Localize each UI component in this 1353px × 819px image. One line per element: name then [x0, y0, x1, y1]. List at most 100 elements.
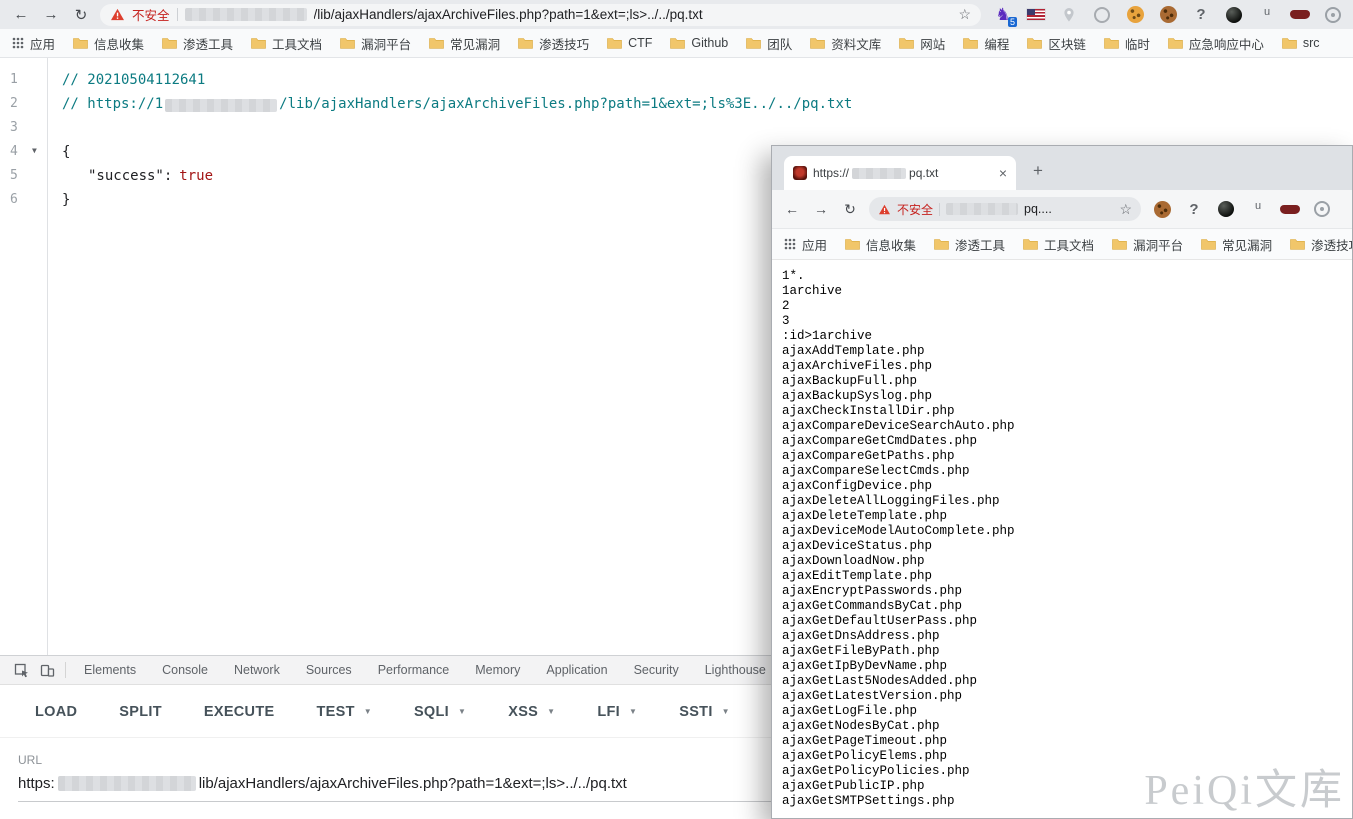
- question-extension-icon[interactable]: ?: [1191, 5, 1211, 25]
- bookmark-folder[interactable]: 工具文档: [1023, 235, 1094, 254]
- bookmark-folder[interactable]: CTF: [607, 36, 652, 50]
- popup-address-bar[interactable]: 不安全 pq.... ☆: [869, 197, 1141, 221]
- devtools-tab[interactable]: Console: [149, 656, 221, 684]
- devtools-tab[interactable]: Network: [221, 656, 293, 684]
- bookmark-folder[interactable]: 渗透技巧: [518, 34, 589, 53]
- bookmark-folder[interactable]: 编程: [963, 34, 1009, 53]
- bookmark-folder[interactable]: src: [1282, 36, 1320, 50]
- folder-icon: [340, 37, 355, 49]
- popup-active-tab[interactable]: https:// pq.txt ×: [784, 156, 1016, 190]
- collapse-toggle-icon[interactable]: ▼: [32, 147, 37, 155]
- bookmark-star-icon[interactable]: ☆: [1119, 201, 1132, 218]
- security-label[interactable]: 不安全: [132, 5, 170, 24]
- hackbar-dropdown-button[interactable]: LFI▼: [576, 694, 658, 730]
- security-warning-icon: [110, 8, 125, 21]
- bookmark-folder[interactable]: 工具文档: [251, 34, 322, 53]
- redacted-host: [852, 168, 906, 179]
- bookmark-apps[interactable]: 应用: [12, 34, 55, 53]
- bookmark-label: 工具文档: [272, 34, 322, 53]
- forward-icon[interactable]: →: [40, 6, 62, 23]
- devtools-tab[interactable]: Performance: [365, 656, 463, 684]
- hackbar-button[interactable]: LOAD: [14, 694, 98, 730]
- hackbar-dropdown-button[interactable]: XSS▼: [487, 694, 576, 730]
- folder-icon: [1168, 37, 1183, 49]
- inspect-element-icon[interactable]: [8, 663, 34, 678]
- tab-close-icon[interactable]: ×: [999, 166, 1007, 180]
- hackbar-button[interactable]: SPLIT: [98, 694, 183, 730]
- bookmark-label: 工具文档: [1044, 235, 1094, 254]
- new-tab-button[interactable]: +: [1024, 157, 1052, 185]
- devtools-tab[interactable]: Elements: [71, 656, 149, 684]
- extension-badge: 5: [1008, 17, 1017, 27]
- devtools-tab[interactable]: Sources: [293, 656, 365, 684]
- dark-globe-icon[interactable]: [1216, 199, 1236, 219]
- knight-extension-icon[interactable]: ♞5: [993, 5, 1013, 25]
- file-list-line: ajaxGetPageTimeout.php: [782, 734, 1352, 749]
- folder-icon: [162, 37, 177, 49]
- line-number: 1: [0, 68, 47, 92]
- dark-globe-icon[interactable]: [1224, 5, 1244, 25]
- target-extension-icon[interactable]: [1312, 199, 1332, 219]
- back-icon[interactable]: ←: [10, 6, 32, 23]
- devtools-tab[interactable]: Lighthouse: [692, 656, 779, 684]
- bookmark-folder[interactable]: 渗透工具: [162, 34, 233, 53]
- file-list-line: ajaxBackupFull.php: [782, 374, 1352, 389]
- bookmark-folder[interactable]: 团队: [746, 34, 792, 53]
- u-extension-icon[interactable]: u: [1248, 199, 1268, 219]
- file-list-line: :id>1archive: [782, 329, 1352, 344]
- bookmark-folder[interactable]: 资料文库: [810, 34, 881, 53]
- question-extension-icon[interactable]: ?: [1184, 199, 1204, 219]
- bookmark-folder[interactable]: 漏洞平台: [1112, 235, 1183, 254]
- hackbar-dropdown-button[interactable]: TEST▼: [295, 694, 392, 730]
- location-pin-icon[interactable]: [1059, 5, 1079, 25]
- bookmark-folder[interactable]: 渗透技巧: [1290, 235, 1352, 254]
- target-extension-icon[interactable]: [1323, 5, 1343, 25]
- bookmark-folder[interactable]: 信息收集: [73, 34, 144, 53]
- mask-extension-icon[interactable]: [1290, 5, 1310, 25]
- folder-icon: [73, 37, 88, 49]
- bookmark-folder[interactable]: 常见漏洞: [1201, 235, 1272, 254]
- bookmark-folder[interactable]: 网站: [899, 34, 945, 53]
- folder-icon: [934, 238, 949, 250]
- bookmark-folder[interactable]: 信息收集: [845, 235, 916, 254]
- devtools-tab[interactable]: Memory: [462, 656, 533, 684]
- mask-extension-icon[interactable]: [1280, 199, 1300, 219]
- bookmark-folder[interactable]: 临时: [1104, 34, 1150, 53]
- hackbar-dropdown-button[interactable]: SQLI▼: [393, 694, 487, 730]
- file-list-line: ajaxCheckInstallDir.php: [782, 404, 1352, 419]
- bookmark-label: 编程: [984, 34, 1009, 53]
- bookmark-apps[interactable]: 应用: [784, 235, 827, 254]
- file-list-line: ajaxGetLast5NodesAdded.php: [782, 674, 1352, 689]
- bookmark-folder[interactable]: Github: [670, 36, 728, 50]
- us-flag-icon[interactable]: [1026, 5, 1046, 25]
- address-bar[interactable]: 不安全 /lib/ajaxHandlers/ajaxArchiveFiles.p…: [100, 4, 981, 26]
- url-text[interactable]: /lib/ajaxHandlers/ajaxArchiveFiles.php?p…: [314, 7, 952, 22]
- file-list-line: ajaxDeviceModelAutoComplete.php: [782, 524, 1352, 539]
- u-extension-icon[interactable]: u: [1257, 5, 1277, 25]
- folder-icon: [1201, 238, 1216, 250]
- hackbar-button[interactable]: EXECUTE: [183, 694, 296, 730]
- bookmark-folder[interactable]: 渗透工具: [934, 235, 1005, 254]
- bookmark-folder[interactable]: 漏洞平台: [340, 34, 411, 53]
- device-toolbar-icon[interactable]: [34, 663, 60, 678]
- cookie-brown-icon[interactable]: [1158, 5, 1178, 25]
- devtools-tab[interactable]: Security: [621, 656, 692, 684]
- back-icon[interactable]: ←: [782, 201, 802, 217]
- omnibox-divider: [939, 203, 940, 216]
- cookie-brown-icon[interactable]: [1152, 199, 1172, 219]
- bookmark-folder[interactable]: 区块链: [1027, 34, 1086, 53]
- main-bookmarks-bar: 应用 信息收集 渗透工具 工具文档 漏洞平台: [0, 29, 1353, 58]
- cookie-orange-icon[interactable]: [1125, 5, 1145, 25]
- reload-icon[interactable]: ↻: [840, 201, 860, 218]
- popup-extensions-row: ? u: [1150, 199, 1332, 219]
- url-text: pq....: [1024, 202, 1052, 216]
- bookmark-folder[interactable]: 应急响应中心: [1168, 34, 1264, 53]
- devtools-tab[interactable]: Application: [533, 656, 620, 684]
- forward-icon[interactable]: →: [811, 201, 831, 217]
- ring-extension-icon[interactable]: [1092, 5, 1112, 25]
- hackbar-dropdown-button[interactable]: SSTI▼: [658, 694, 751, 730]
- line-number: 5: [0, 164, 47, 188]
- bookmark-star-icon[interactable]: ☆: [958, 6, 971, 23]
- reload-icon[interactable]: ↻: [70, 6, 92, 24]
- bookmark-folder[interactable]: 常见漏洞: [429, 34, 500, 53]
